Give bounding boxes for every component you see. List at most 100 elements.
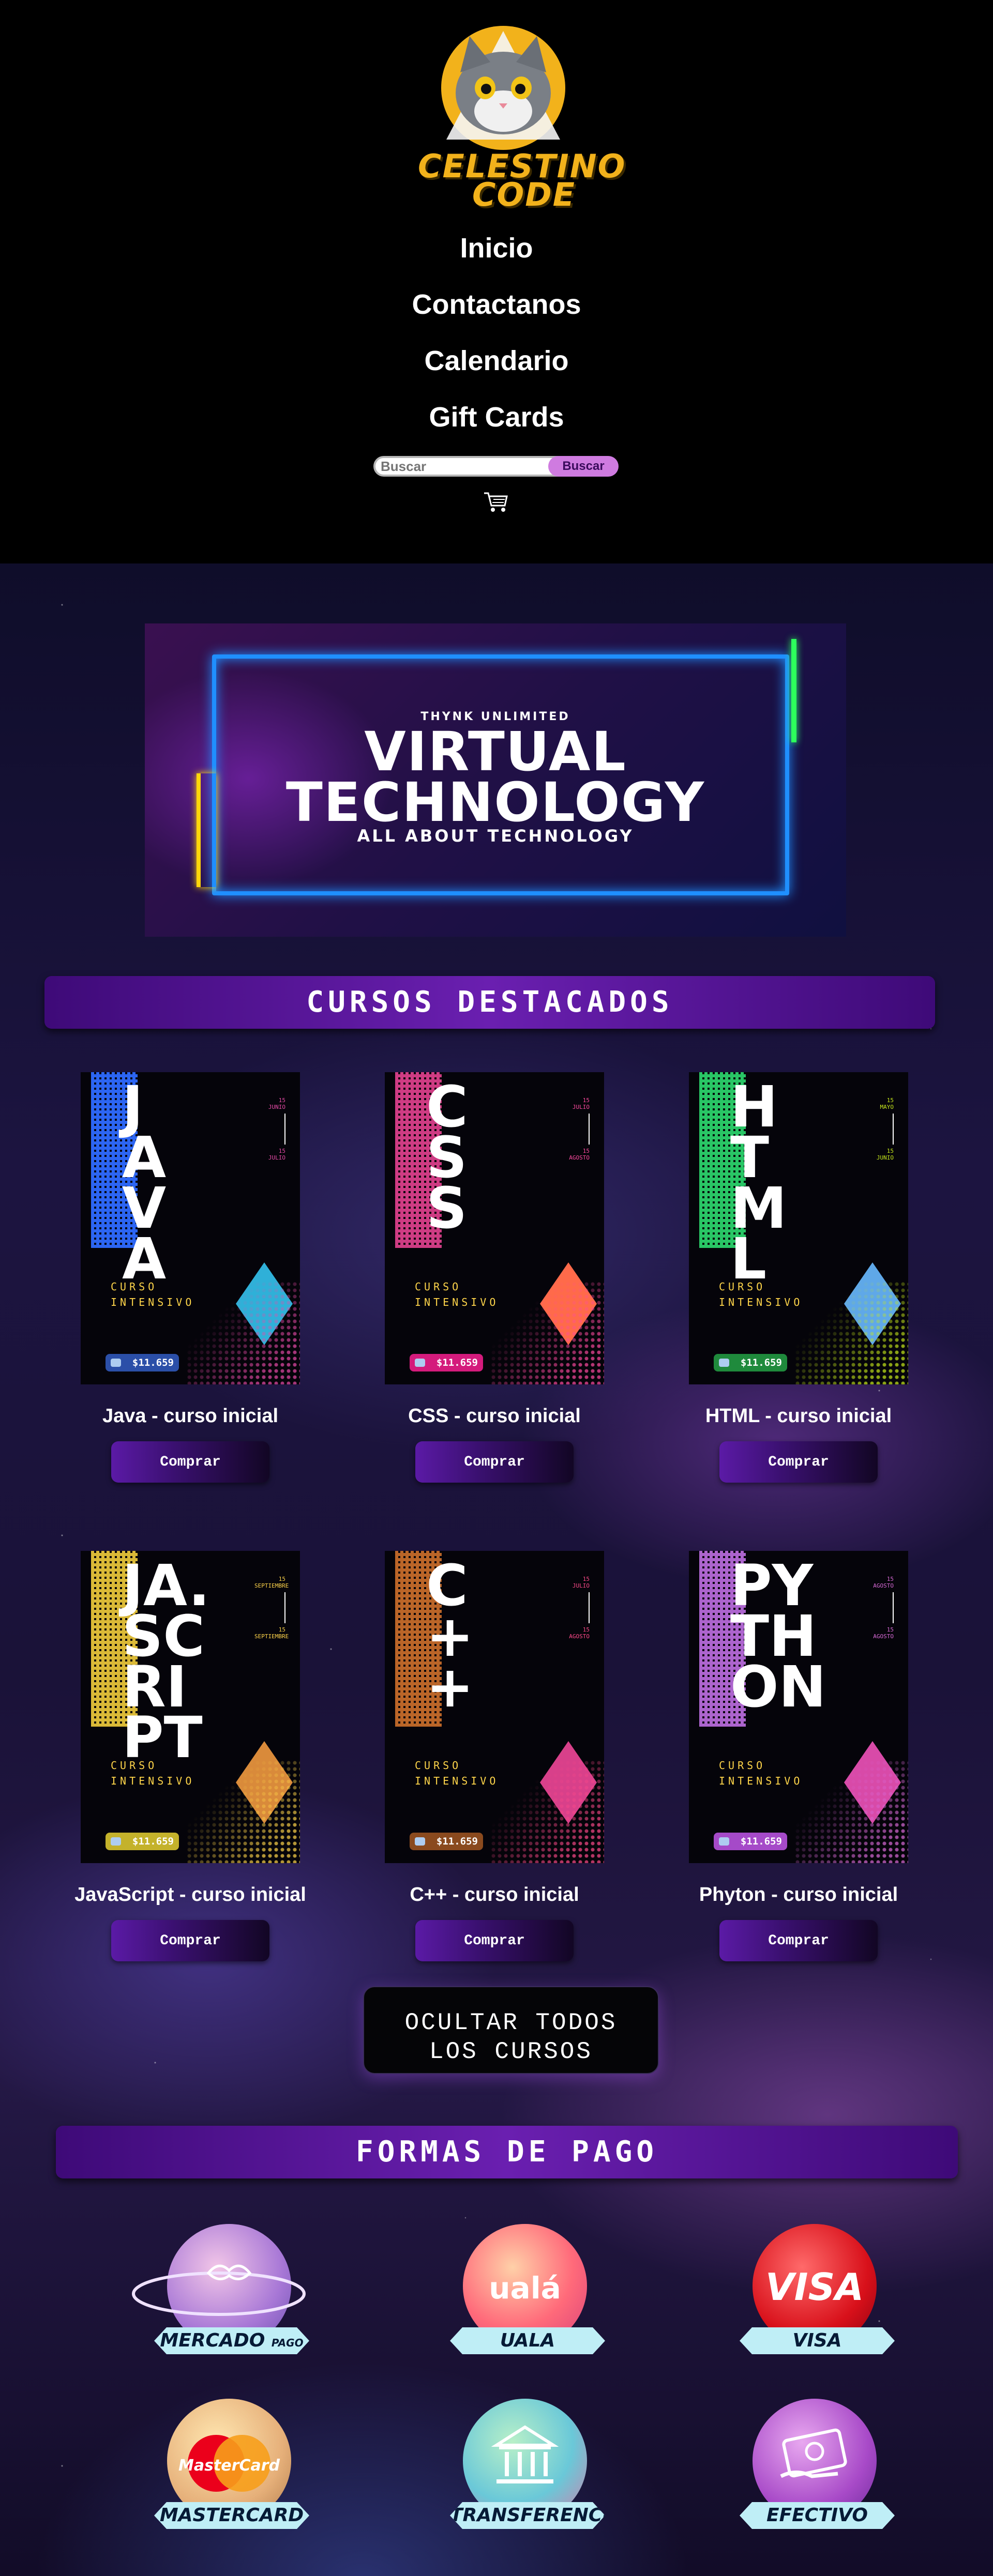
payment-uala[interactable]: ualá UALA (419, 2224, 605, 2369)
course-poster[interactable]: C S S 15 JULIO 15 AGOSTO CURSO INTENSIVO $11.659 (385, 1072, 604, 1384)
payment-transferencia[interactable]: TRANSFERENCIA (419, 2399, 605, 2543)
poster-dates: 15 SEPTIEMBRE 15 SEPTIEMBRE (254, 1576, 289, 1640)
course-name: Java - curso inicial (102, 1405, 279, 1427)
poster-price-badge: $11.659 (410, 1354, 483, 1371)
course-poster[interactable]: C + +15 JULIO 15 AGOSTO CURSO INTENSIVO $11.659 (385, 1551, 604, 1863)
banner-title-line1: VIRTUAL (364, 720, 627, 783)
poster-title: JAVA (122, 1078, 166, 1287)
poster-price-badge: $11.659 (714, 1833, 787, 1850)
poster-intensivo-label: INTENSIVO (415, 1296, 499, 1308)
search-button[interactable]: Buscar (548, 456, 619, 477)
date-divider (284, 1114, 285, 1145)
poster-date-text: AGOSTO (873, 1633, 894, 1640)
course-name: JavaScript - curso inicial (74, 1884, 306, 1906)
poster-title-line: ON (730, 1654, 826, 1720)
site-header: CELESTINO CODE Inicio Contactanos Calend… (0, 0, 993, 563)
poster-date-text: 15 (278, 1576, 285, 1582)
payment-label: TRANSFERENCIA (450, 2502, 605, 2529)
poster-dots-decoration (186, 1760, 300, 1863)
poster-dots-decoration (490, 1760, 604, 1863)
nav-inicio[interactable]: Inicio (0, 227, 993, 284)
poster-curso-intensivo: CURSO INTENSIVO (719, 1279, 803, 1310)
payment-efectivo[interactable]: EFECTIVO (709, 2399, 895, 2543)
course-poster[interactable]: JA. SC RI PT 15 SEPTIEMBRE 15 SEPTIEMBRE CURSO IN… (81, 1551, 300, 1863)
date-divider (893, 1592, 894, 1623)
poster-curso-label: CURSO (111, 1281, 158, 1293)
poster-curso-label: CURSO (415, 1281, 462, 1293)
poster-dates: 15 AGOSTO 15 AGOSTO (863, 1576, 894, 1640)
buy-button[interactable]: Comprar (111, 1441, 269, 1483)
poster-date-text: JUNIO (268, 1104, 285, 1110)
main-nav: Inicio Contactanos Calendario Gift Cards (0, 227, 993, 453)
course-poster[interactable]: PY TH ON 15 AGOSTO 15 AGOSTO CURSO INTENSIVO $11.… (689, 1551, 908, 1863)
payment-methods-title: FORMAS DE PAGO (56, 2126, 958, 2178)
poster-title: JA. SC RI PT (122, 1557, 210, 1766)
payment-label: EFECTIVO (740, 2502, 895, 2529)
poster-intensivo-label: INTENSIVO (719, 1296, 803, 1308)
poster-intensivo-label: INTENSIVO (111, 1296, 195, 1308)
course-name: C++ - curso inicial (410, 1884, 579, 1906)
payment-mercado-pago[interactable]: MERCADO PAGO (123, 2224, 309, 2369)
poster-date-text: 15 (886, 1148, 894, 1154)
logo-text-code: CODE (472, 176, 576, 214)
poster-curso-intensivo: CURSO INTENSIVO (415, 1279, 499, 1310)
poster-date-text: SEPTIEMBRE (254, 1633, 289, 1640)
date-divider (589, 1592, 590, 1623)
poster-curso-label: CURSO (111, 1759, 158, 1772)
nav-gift-cards[interactable]: Gift Cards (0, 397, 993, 453)
poster-date-text: 15 (886, 1097, 894, 1104)
poster-curso-label: CURSO (719, 1759, 766, 1772)
celestino-code-logo[interactable]: CELESTINO CODE (418, 10, 625, 214)
poster-date-text: 15 (582, 1148, 590, 1154)
poster-price-badge: $11.659 (410, 1833, 483, 1850)
course-poster[interactable]: J A V A 15 JUNIO 15 JULIO CURSO INTENSIVO $11.659 (81, 1072, 300, 1384)
buy-button[interactable]: Comprar (719, 1441, 878, 1483)
nav-calendario[interactable]: Calendario (0, 340, 993, 397)
date-divider (589, 1114, 590, 1145)
mastercard-logo-text: MasterCard (178, 2457, 280, 2475)
course-poster[interactable]: H T M L 15 MAYO 15 JUNIO CURSO INTENSIVO $11.659 (689, 1072, 908, 1384)
poster-dates: 15 JULIO 15 AGOSTO (559, 1576, 590, 1640)
poster-price-badge: $11.659 (106, 1354, 179, 1371)
buy-button[interactable]: Comprar (415, 1920, 574, 1961)
poster-title-line: S (426, 1175, 468, 1241)
poster-title: CSS (426, 1078, 468, 1241)
payment-visa[interactable]: VISA VISA (709, 2224, 895, 2369)
poster-dates: 15 JULIO 15 AGOSTO (559, 1097, 590, 1161)
poster-date-text: MAYO (880, 1104, 894, 1110)
payment-sublabel: PAGO (271, 2337, 304, 2349)
cart-icon[interactable] (483, 490, 509, 514)
uala-logo-icon: ualá (489, 2270, 561, 2306)
featured-courses-title: CURSOS DESTACADOS (44, 976, 935, 1029)
nav-contactanos[interactable]: Contactanos (0, 284, 993, 340)
poster-date-text: 15 (886, 1576, 894, 1582)
poster-date-text: JULIO (572, 1104, 590, 1110)
poster-dots-decoration (186, 1281, 300, 1384)
date-divider (284, 1592, 285, 1623)
cash-icon (780, 2428, 847, 2478)
poster-date-text: 15 (582, 1576, 590, 1582)
course-name: HTML - curso inicial (705, 1405, 892, 1427)
poster-curso-label: CURSO (719, 1281, 766, 1293)
poster-title-line: + (426, 1654, 474, 1720)
search-form: Buscar (373, 456, 622, 481)
poster-date-text: JULIO (572, 1582, 590, 1589)
payment-label: UALA (450, 2327, 605, 2354)
buy-button[interactable]: Comprar (415, 1441, 574, 1483)
banner-subtitle: ALL ABOUT TECHNOLOGY (357, 826, 634, 846)
handshake-icon (206, 2264, 252, 2280)
buy-button[interactable]: Comprar (111, 1920, 269, 1961)
poster-date-text: 15 (582, 1626, 590, 1633)
poster-date-text: 15 (278, 1097, 285, 1104)
poster-curso-intensivo: CURSO INTENSIVO (111, 1279, 194, 1310)
hide-button-line1: OCULTAR TODOS (404, 2009, 618, 2036)
hide-all-courses-button[interactable]: OCULTAR TODOS LOS CURSOS (363, 1986, 659, 2074)
poster-curso-intensivo: CURSO INTENSIVO (415, 1758, 499, 1789)
course-name: Phyton - curso inicial (699, 1884, 898, 1906)
poster-date-text: JULIO (268, 1154, 285, 1161)
poster-dots-decoration (794, 1760, 908, 1863)
payment-mastercard[interactable]: MasterCard MASTERCARD (123, 2399, 309, 2543)
visa-logo-icon: VISA (765, 2265, 864, 2309)
poster-intensivo-label: INTENSIVO (111, 1775, 195, 1787)
buy-button[interactable]: Comprar (719, 1920, 878, 1961)
